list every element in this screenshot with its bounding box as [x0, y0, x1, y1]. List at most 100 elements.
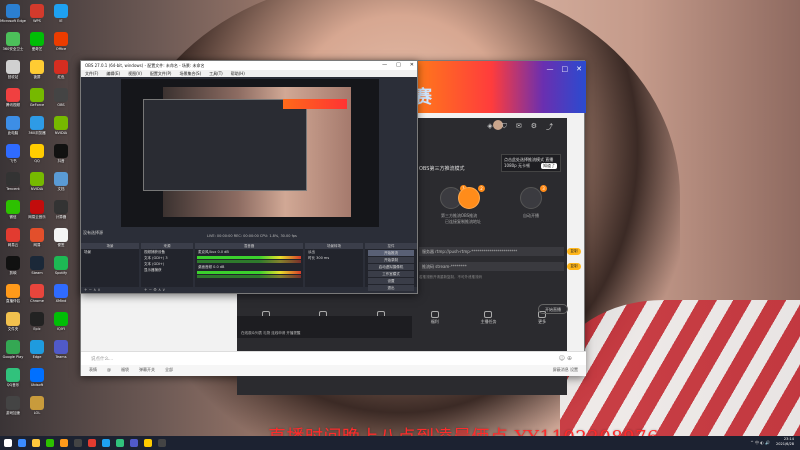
desktop-icon[interactable]: Tencent [2, 172, 24, 191]
start-live-button[interactable]: 开始直播 [538, 304, 568, 314]
scene-item[interactable]: 场景 [81, 249, 139, 255]
desktop-icon[interactable]: Chrome [26, 284, 48, 303]
start-recording-button[interactable]: 开始录制 [368, 257, 414, 263]
desktop-icon[interactable]: iQIYI [50, 312, 72, 331]
maximize-button[interactable]: □ [562, 65, 569, 73]
desktop-icon[interactable]: Spotify [50, 256, 72, 275]
desktop-icon[interactable]: 便签 [50, 228, 72, 248]
desktop-icon[interactable]: 360安全卫士 [2, 32, 24, 52]
taskbar-app-icon[interactable] [60, 439, 68, 447]
desktop-icon[interactable]: Microsoft Edge [0, 4, 26, 23]
chat-tool-danmaku[interactable]: 弹幕开关 [139, 367, 155, 374]
stream-url-field[interactable]: 服务器 rtmp://push-rtmp-*******************… [419, 247, 564, 256]
settings-icon[interactable]: ⚙ [531, 122, 537, 132]
desktop-icon[interactable]: GeForce [26, 88, 48, 107]
minimize-button[interactable]: — [547, 65, 554, 73]
desktop-icon[interactable]: 爱奇艺 [26, 32, 48, 52]
desktop-icon[interactable]: 游戏加速 [2, 396, 24, 416]
desktop-icon[interactable]: 网易云 [2, 228, 24, 248]
desktop-icon[interactable]: 网易云音乐 [26, 200, 48, 220]
scenes-toolbar[interactable]: + − ∧ ∨ [81, 287, 139, 293]
desktop-icon[interactable]: 微信 [2, 200, 24, 220]
menu-edit[interactable]: 编辑(E) [106, 71, 120, 76]
settings-button[interactable]: 设置 [368, 278, 414, 284]
menu-scene-collection[interactable]: 场景集合(S) [179, 71, 201, 76]
mode-card-auto[interactable]: 3 自动开播 [501, 185, 561, 247]
desktop-icon[interactable]: 此电脑 [2, 116, 24, 136]
shield-icon[interactable]: ⛉ [502, 122, 507, 132]
desktop-icon[interactable]: Office [50, 32, 72, 51]
minimize-button[interactable]: — [382, 62, 387, 68]
desktop-icon[interactable]: LOL [26, 396, 48, 415]
chat-tool-settings[interactable]: 屏蔽消息 设置 [553, 367, 578, 374]
desktop-icon[interactable]: 剪映 [2, 256, 24, 276]
desktop-icon[interactable]: 回收站 [2, 60, 24, 80]
sources-toolbar[interactable]: + − ⚙ ∧ ∨ [141, 287, 193, 293]
taskbar-app-icon[interactable] [158, 439, 166, 447]
tool-welfare[interactable]: 福利 [430, 311, 439, 325]
taskbar-app-icon[interactable] [18, 439, 26, 447]
stream-key-field[interactable]: 推流码 stream-******** [419, 262, 564, 271]
exit-button[interactable]: 退出 [368, 285, 414, 291]
desktop-icon[interactable]: Edge [26, 340, 48, 359]
taskbar-app-icon[interactable] [130, 439, 138, 447]
chat-tool-luckybag[interactable]: 福袋 [121, 367, 129, 374]
mode-card-obs[interactable]: 2 OBS推流 复制推流地址 [439, 185, 499, 247]
chat-tool-emoji[interactable]: 表情 [89, 367, 97, 374]
virtual-camera-button[interactable]: 启动虚拟摄像机 [368, 264, 414, 270]
taskbar-app-icon[interactable] [46, 439, 54, 447]
taskbar-app-icon[interactable] [144, 439, 152, 447]
desktop-icon[interactable]: IE [50, 4, 72, 23]
studio-mode-button[interactable]: 工作室模式 [368, 271, 414, 277]
taskbar-app-icon[interactable] [88, 439, 96, 447]
skin-icon[interactable]: ◈ [487, 122, 492, 132]
taskbar-app-icon[interactable] [102, 439, 110, 447]
menu-tools[interactable]: 工具(T) [209, 71, 223, 76]
desktop-icon[interactable]: 飞书 [2, 144, 24, 164]
tooltip-confirm-button[interactable]: 知道了 [541, 163, 557, 169]
desktop-icon[interactable]: 文档 [50, 172, 72, 192]
chat-tool-mention[interactable]: @ [107, 367, 111, 374]
tool-tasks[interactable]: 主播任务 [480, 311, 496, 325]
desktop-icon[interactable]: WPS [26, 4, 48, 23]
desktop-icon[interactable]: Steam [26, 256, 48, 275]
desktop-icon[interactable]: 抖音 [50, 144, 72, 164]
desktop-icon[interactable]: 腾讯视频 [2, 88, 24, 108]
source-item[interactable]: 显示器捕获 [141, 267, 193, 273]
close-button[interactable]: ✕ [576, 65, 582, 73]
desktop-icon[interactable]: QQ [26, 144, 48, 163]
close-button[interactable]: ✕ [410, 62, 414, 68]
start-icon[interactable] [4, 439, 12, 447]
desktop-icon[interactable]: XMind [50, 284, 72, 303]
desktop-icon[interactable]: Teams [50, 340, 72, 359]
desktop-icon[interactable]: 文件夹 [2, 312, 24, 332]
share-icon[interactable]: ⤴ [546, 122, 553, 132]
volume-slider[interactable] [197, 275, 301, 278]
start-streaming-button[interactable]: 开始推流 [368, 250, 414, 256]
emoji-icon[interactable]: ☺ ⊕ [559, 355, 572, 362]
desktop-icon[interactable]: NVIDIA [50, 116, 72, 135]
transition-duration[interactable]: 时长 300 ms [305, 255, 363, 261]
chat-input[interactable]: 说点什么... ☺ ⊕ [81, 351, 586, 365]
copy-url-button[interactable]: 复制 [567, 248, 581, 255]
copy-key-button[interactable]: 复制 [567, 263, 581, 270]
desktop-icon[interactable]: Ubisoft [26, 368, 48, 387]
desktop-icon[interactable]: 360浏览器 [26, 116, 48, 136]
desktop-icon[interactable]: 锁屏 [26, 60, 48, 80]
desktop-icon[interactable]: NVIDIA [26, 172, 48, 191]
obs-preview[interactable] [121, 79, 379, 227]
menu-help[interactable]: 帮助(H) [231, 71, 245, 76]
taskbar-app-icon[interactable] [116, 439, 124, 447]
desktop-icon[interactable]: 计算器 [50, 200, 72, 220]
desktop-icon[interactable]: OBS [50, 88, 72, 107]
message-icon[interactable]: ✉ [516, 122, 522, 132]
system-tray[interactable]: ^ 中 ◐ 🔊 [750, 440, 770, 446]
desktop-icon[interactable]: QQ音乐 [2, 368, 24, 388]
menu-view[interactable]: 视图(V) [128, 71, 142, 76]
menu-profile[interactable]: 配置文件(P) [150, 71, 172, 76]
desktop-icon[interactable]: Epic [26, 312, 48, 331]
desktop-icon[interactable]: 直播伴侣 [2, 284, 24, 304]
menu-file[interactable]: 文件(F) [85, 71, 98, 76]
chat-tool-all[interactable]: 全部 [165, 367, 173, 374]
volume-slider[interactable] [197, 260, 301, 263]
